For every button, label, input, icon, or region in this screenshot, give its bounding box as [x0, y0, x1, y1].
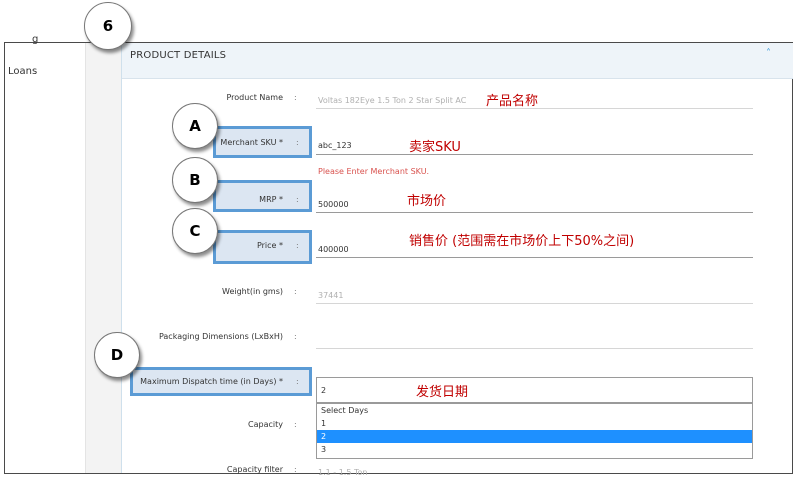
dropdown-option-selected[interactable]: 2	[317, 430, 752, 443]
marker-d: D	[94, 332, 140, 378]
weight-underline	[316, 303, 753, 304]
label-colon: :	[294, 420, 297, 429]
label-colon: :	[296, 241, 299, 250]
capacity-filter-label: Capacity filter	[226, 465, 283, 474]
label-colon: :	[296, 377, 299, 386]
label-colon: :	[294, 93, 297, 102]
price-input[interactable]: 400000	[318, 245, 349, 254]
product-name-value[interactable]: Voltas 182Eye 1.5 Ton 2 Star Split AC	[318, 96, 466, 105]
mrp-annotation: 市场价	[407, 194, 447, 209]
product-name-annotation: 产品名称	[486, 94, 539, 109]
weight-label: Weight(in gms)	[222, 287, 283, 296]
dispatch-select[interactable]: 2	[316, 377, 753, 403]
packaging-underline[interactable]	[316, 348, 753, 349]
step-badge: 6	[84, 2, 132, 50]
section-title: PRODUCT DETAILS	[130, 50, 227, 61]
content-divider	[121, 43, 122, 473]
marker-c: C	[172, 208, 218, 254]
product-name-label: Product Name	[226, 93, 283, 102]
dropdown-option[interactable]: Select Days	[317, 404, 752, 417]
label-colon: :	[294, 332, 297, 341]
merchant-sku-input[interactable]: abc_123	[318, 141, 352, 150]
merchant-sku-annotation: 卖家SKU	[409, 140, 461, 155]
label-colon: :	[296, 195, 299, 204]
dropdown-option[interactable]: 3	[317, 443, 752, 456]
label-colon: :	[296, 138, 299, 147]
marker-b: B	[172, 157, 218, 203]
section-header[interactable]	[122, 43, 793, 79]
merchant-sku-underline	[316, 154, 753, 155]
dropdown-option[interactable]: 1	[317, 417, 752, 430]
sidebar-gutter	[85, 43, 122, 473]
sidebar	[5, 43, 85, 473]
price-annotation: 销售价 (范围需在市场价上下50%之间)	[409, 234, 635, 249]
merchant-sku-error: Please Enter Merchant SKU.	[318, 167, 430, 176]
price-underline	[316, 257, 753, 258]
weight-value[interactable]: 37441	[318, 291, 343, 300]
marker-a: A	[172, 103, 218, 149]
dispatch-dropdown: Select Days 1 2 3	[316, 403, 753, 459]
mrp-label: MRP *	[259, 195, 283, 204]
label-colon: :	[294, 465, 297, 474]
mrp-underline	[316, 212, 753, 213]
dispatch-label: Maximum Dispatch time (in Days) *	[140, 377, 283, 386]
sidebar-item-partial[interactable]: g	[32, 34, 38, 45]
sidebar-item-loans[interactable]: Loans	[8, 66, 37, 77]
label-colon: :	[294, 287, 297, 296]
dispatch-annotation: 发货日期	[416, 385, 469, 400]
capacity-filter-value[interactable]: 1.1 - 1.5 Ton	[318, 468, 367, 477]
chevron-up-icon[interactable]: ˄	[766, 48, 771, 59]
mrp-input[interactable]: 500000	[318, 200, 349, 209]
capacity-label: Capacity	[248, 420, 283, 429]
packaging-label: Packaging Dimensions (LxBxH)	[158, 332, 283, 341]
dispatch-selected-value: 2	[321, 386, 327, 395]
